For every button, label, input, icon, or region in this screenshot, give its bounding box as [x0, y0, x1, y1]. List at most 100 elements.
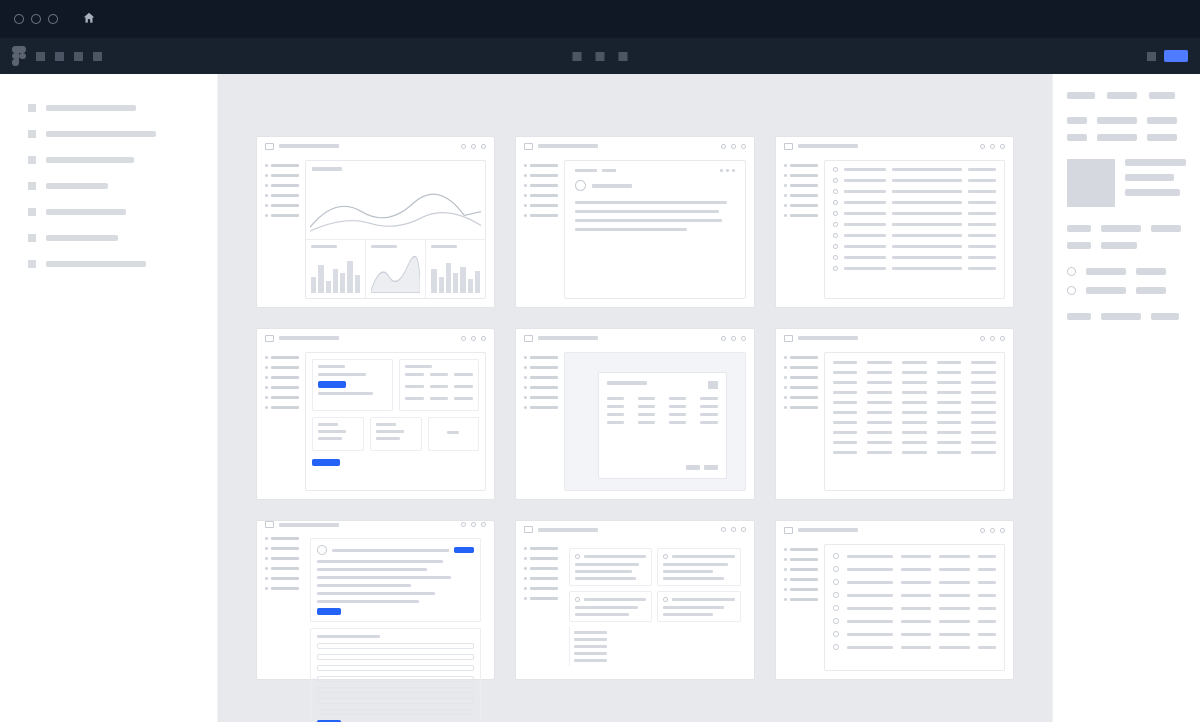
layer-icon [28, 182, 36, 190]
layer-item[interactable] [28, 104, 189, 112]
frame-header [776, 329, 1013, 347]
mini-sidebar [265, 533, 299, 722]
layer-icon [28, 156, 36, 164]
inspector-panel [1052, 74, 1200, 722]
frame-content [824, 160, 1005, 299]
mini-sidebar [265, 352, 299, 491]
canvas[interactable] [218, 74, 1052, 722]
tab-design[interactable] [1067, 92, 1095, 99]
tool-shape-icon[interactable] [74, 52, 83, 61]
inspector-section [1067, 267, 1186, 295]
mini-sidebar [524, 543, 558, 671]
layers-panel [0, 74, 218, 722]
image-placeholder-icon [708, 381, 718, 389]
tool-text-icon[interactable] [93, 52, 102, 61]
primary-button [318, 381, 346, 388]
layer-icon [28, 130, 36, 138]
file-name-placeholder[interactable] [596, 52, 605, 61]
layer-label [46, 105, 136, 111]
frame-header [257, 521, 494, 528]
inspector-section [1067, 159, 1186, 207]
frame-content [564, 352, 745, 491]
cancel-button [686, 465, 700, 470]
figma-logo-icon[interactable] [12, 46, 26, 66]
layer-icon [28, 234, 36, 242]
frame-table-2[interactable] [775, 328, 1014, 500]
frame-content [305, 352, 486, 491]
radio-icon[interactable] [1067, 286, 1076, 295]
frame-profile[interactable] [256, 520, 495, 680]
frame-content [564, 160, 745, 299]
sidebar-icon [265, 143, 274, 150]
layer-item[interactable] [28, 208, 189, 216]
avatar-icon[interactable] [1147, 52, 1156, 61]
toolbar-right [1147, 50, 1188, 62]
frame-header [776, 521, 1013, 539]
mini-sidebar [784, 352, 818, 491]
avatar-icon [317, 545, 327, 555]
frame-list[interactable] [775, 520, 1014, 680]
file-name-placeholder[interactable] [619, 52, 628, 61]
close-icon[interactable] [14, 14, 24, 24]
frame-header [516, 137, 753, 155]
primary-button [312, 459, 340, 466]
layer-label [46, 235, 118, 241]
file-name-placeholder[interactable] [573, 52, 582, 61]
line-chart-icon [310, 188, 481, 235]
frame-header [516, 329, 753, 347]
primary-button [317, 608, 341, 615]
frame-header [776, 137, 1013, 155]
window-titlebar [0, 0, 1200, 38]
inspector-section [1067, 225, 1186, 249]
frame-header [257, 137, 494, 155]
toolbar-center [573, 52, 628, 61]
layer-label [46, 131, 156, 137]
tool-frame-icon[interactable] [55, 52, 64, 61]
frame-modal[interactable] [515, 328, 754, 500]
modal [598, 372, 727, 479]
layer-label [46, 157, 134, 163]
frame-table[interactable] [775, 136, 1014, 308]
primary-button [454, 547, 474, 553]
frame-cards[interactable] [515, 520, 754, 680]
layer-item[interactable] [28, 260, 189, 268]
frame-analytics[interactable] [256, 136, 495, 308]
color-swatch[interactable] [1067, 159, 1115, 207]
inspector-section [1067, 117, 1186, 141]
frame-header [516, 521, 753, 538]
app-toolbar [0, 38, 1200, 74]
tab-prototype[interactable] [1107, 92, 1137, 99]
mini-sidebar [524, 160, 558, 299]
frame-header [257, 329, 494, 347]
inspector-tabs[interactable] [1067, 92, 1186, 99]
layer-label [46, 261, 146, 267]
layer-item[interactable] [28, 156, 189, 164]
frame-content [824, 544, 1005, 671]
frame-content [564, 543, 745, 671]
frame-title [279, 144, 339, 148]
layer-item[interactable] [28, 182, 189, 190]
maximize-icon[interactable] [48, 14, 58, 24]
inspector-section [1067, 313, 1186, 320]
area-chart-icon [371, 252, 420, 293]
minimize-icon[interactable] [31, 14, 41, 24]
radio-icon[interactable] [1067, 267, 1076, 276]
toolbar-left [12, 46, 102, 66]
frame-dashboard[interactable] [256, 328, 495, 500]
frame-content [305, 160, 486, 299]
mini-sidebar [784, 160, 818, 299]
layer-label [46, 209, 126, 215]
layer-item[interactable] [28, 130, 189, 138]
share-button[interactable] [1164, 50, 1188, 62]
mini-sidebar [784, 544, 818, 671]
traffic-lights[interactable] [14, 14, 58, 24]
mini-sidebar [524, 352, 558, 491]
layer-item[interactable] [28, 234, 189, 242]
tool-move-icon[interactable] [36, 52, 45, 61]
frame-detail[interactable] [515, 136, 754, 308]
tab-inspect[interactable] [1149, 92, 1175, 99]
layer-icon [28, 208, 36, 216]
frame-content [305, 533, 486, 722]
frame-content [824, 352, 1005, 491]
home-icon[interactable] [82, 11, 96, 28]
